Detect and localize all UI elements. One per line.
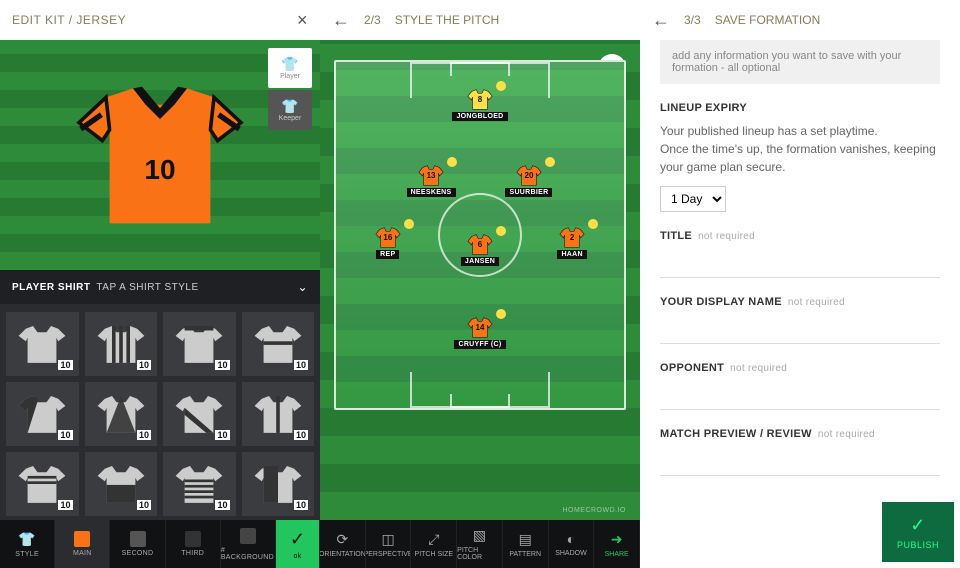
tool-shadow[interactable]: ◐SHADOW bbox=[549, 520, 595, 568]
pitch-area: 🔍 8JONGBLOED13NEESKENS20SUURBIER16REP6JA… bbox=[320, 40, 640, 520]
player-marker[interactable]: 16REP bbox=[368, 225, 408, 259]
tool-style[interactable]: 👕STYLE bbox=[0, 520, 55, 568]
player-marker[interactable]: 2HAAN bbox=[552, 225, 592, 259]
shirt-picker-header[interactable]: PLAYER SHIRTTAP A SHIRT STYLE⌄ bbox=[0, 270, 320, 304]
close-icon[interactable]: × bbox=[297, 10, 308, 31]
expiry-text: Your published lineup has a set playtime… bbox=[660, 122, 940, 140]
back-icon[interactable]: ← bbox=[652, 10, 670, 31]
check-icon: ✓ bbox=[910, 515, 926, 536]
expiry-select[interactable]: 1 Day bbox=[660, 186, 726, 212]
panel-save-formation: ← 3/3 SAVE FORMATION add any information… bbox=[640, 0, 960, 568]
share-icon: ➜ bbox=[611, 531, 623, 548]
opponent-field[interactable] bbox=[660, 382, 940, 410]
color-swatch bbox=[74, 531, 90, 547]
badge-icon bbox=[404, 219, 414, 229]
hint-box: add any information you want to save wit… bbox=[660, 40, 940, 84]
kit-toolbar: 👕STYLE MAIN SECOND THIRD # BACKGROUND ✓o… bbox=[0, 520, 320, 568]
shirt-style-option[interactable]: 10 bbox=[85, 382, 158, 446]
shirt-style-option[interactable]: 10 bbox=[242, 452, 315, 516]
player-marker[interactable]: 8JONGBLOED bbox=[460, 87, 500, 121]
shirt-style-option[interactable]: 10 bbox=[85, 312, 158, 376]
shirt-style-option[interactable]: 10 bbox=[163, 312, 236, 376]
left-title: EDIT KIT / JERSEY bbox=[12, 13, 126, 27]
field-opponent-label: OPPONENTnot required bbox=[660, 362, 940, 374]
tool-background[interactable]: # BACKGROUND bbox=[221, 520, 276, 568]
shirt-icon: 👕 bbox=[281, 56, 298, 73]
step-indicator: 2/3 bbox=[364, 13, 381, 27]
shirt-icon: 👕 bbox=[281, 98, 298, 115]
jersey-number: 10 bbox=[144, 154, 175, 186]
player-marker[interactable]: 6JANSEN bbox=[460, 232, 500, 266]
tool-second-color[interactable]: SECOND bbox=[110, 520, 165, 568]
left-header: EDIT KIT / JERSEY × bbox=[0, 0, 320, 40]
pitch[interactable]: 8JONGBLOED 13NEESKENS 20SUURBIER 16REP 6JANS… bbox=[334, 60, 626, 410]
field-display-label: YOUR DISPLAY NAMEnot required bbox=[660, 296, 940, 308]
ok-button[interactable]: ✓ok bbox=[276, 520, 320, 568]
chevron-down-icon: ⌄ bbox=[297, 280, 308, 294]
badge-icon bbox=[545, 157, 555, 167]
color-swatch bbox=[130, 531, 146, 547]
player-marker[interactable]: 20SUURBIER bbox=[509, 163, 549, 197]
panel-style-pitch: ← 2/3 STYLE THE PITCH 🔍 8JONGBLOED13NEES… bbox=[320, 0, 640, 568]
shirt-style-option[interactable]: 10 bbox=[242, 382, 315, 446]
back-icon[interactable]: ← bbox=[332, 10, 350, 31]
shirt-icon: 👕 bbox=[18, 531, 36, 548]
cube-icon: ◫ bbox=[381, 531, 394, 548]
pitch-toolbar: ⟳ORIENTATION ◫PERSPECTIVE ⤢PITCH SIZE ▧P… bbox=[320, 520, 640, 568]
shirt-style-option[interactable]: 10 bbox=[6, 382, 79, 446]
field-title-label: TITLEnot required bbox=[660, 230, 940, 242]
tool-pitch-size[interactable]: ⤢PITCH SIZE bbox=[411, 520, 457, 568]
right-title: SAVE FORMATION bbox=[715, 13, 821, 27]
shirt-style-option[interactable]: 10 bbox=[163, 452, 236, 516]
color-swatch bbox=[185, 531, 201, 547]
preview-field[interactable] bbox=[660, 448, 940, 476]
mid-header: ← 2/3 STYLE THE PITCH bbox=[320, 0, 640, 40]
kit-tab-keeper[interactable]: 👕Keeper bbox=[268, 90, 312, 130]
player-marker[interactable]: 14CRUYFF (C) bbox=[460, 315, 500, 349]
shirt-style-option[interactable]: 10 bbox=[242, 312, 315, 376]
share-button[interactable]: ➜SHARE bbox=[594, 520, 640, 568]
shirt-style-grid: 101010101010101010101010 bbox=[0, 304, 320, 520]
color-swatch bbox=[240, 528, 256, 544]
player-marker[interactable]: 13NEESKENS bbox=[411, 163, 451, 197]
mid-title: STYLE THE PITCH bbox=[395, 13, 499, 27]
rotate-icon: ⟳ bbox=[336, 531, 348, 548]
step-indicator: 3/3 bbox=[684, 13, 701, 27]
field-preview-label: MATCH PREVIEW / REVIEWnot required bbox=[660, 428, 940, 440]
right-header: ← 3/3 SAVE FORMATION bbox=[640, 0, 960, 40]
pattern-icon: ▤ bbox=[519, 531, 532, 548]
badge-icon bbox=[447, 157, 457, 167]
palette-icon: ▧ bbox=[473, 527, 486, 544]
title-field[interactable] bbox=[660, 250, 940, 278]
tool-orientation[interactable]: ⟳ORIENTATION bbox=[320, 520, 366, 568]
badge-icon bbox=[496, 81, 506, 91]
check-icon: ✓ bbox=[290, 529, 305, 550]
jersey-preview: 10 👕Player 👕Keeper bbox=[0, 40, 320, 270]
shirt-style-option[interactable]: 10 bbox=[6, 452, 79, 516]
kit-tab-player[interactable]: 👕Player bbox=[268, 48, 312, 88]
tool-third-color[interactable]: THIRD bbox=[166, 520, 221, 568]
jersey-large: 10 bbox=[70, 80, 250, 230]
tool-pitch-color[interactable]: ▧PITCH COLOR bbox=[457, 520, 503, 568]
badge-icon bbox=[496, 226, 506, 236]
tool-perspective[interactable]: ◫PERSPECTIVE bbox=[366, 520, 412, 568]
expiry-title: LINEUP EXPIRY bbox=[660, 102, 940, 114]
tool-pattern[interactable]: ▤PATTERN bbox=[503, 520, 549, 568]
shirt-style-option[interactable]: 10 bbox=[163, 382, 236, 446]
watermark: HOMECROWD.IO bbox=[562, 507, 626, 514]
expiry-text: Once the time's up, the formation vanish… bbox=[660, 140, 940, 176]
resize-icon: ⤢ bbox=[428, 531, 439, 548]
badge-icon bbox=[496, 309, 506, 319]
display-name-field[interactable] bbox=[660, 316, 940, 344]
shirt-style-option[interactable]: 10 bbox=[6, 312, 79, 376]
badge-icon bbox=[588, 219, 598, 229]
shirt-style-option[interactable]: 10 bbox=[85, 452, 158, 516]
publish-button[interactable]: ✓PUBLISH bbox=[882, 502, 954, 562]
panel-edit-kit: EDIT KIT / JERSEY × 10 👕Player 👕Keeper P… bbox=[0, 0, 320, 568]
tool-main-color[interactable]: MAIN bbox=[55, 520, 110, 568]
shadow-icon: ◐ bbox=[567, 531, 575, 547]
